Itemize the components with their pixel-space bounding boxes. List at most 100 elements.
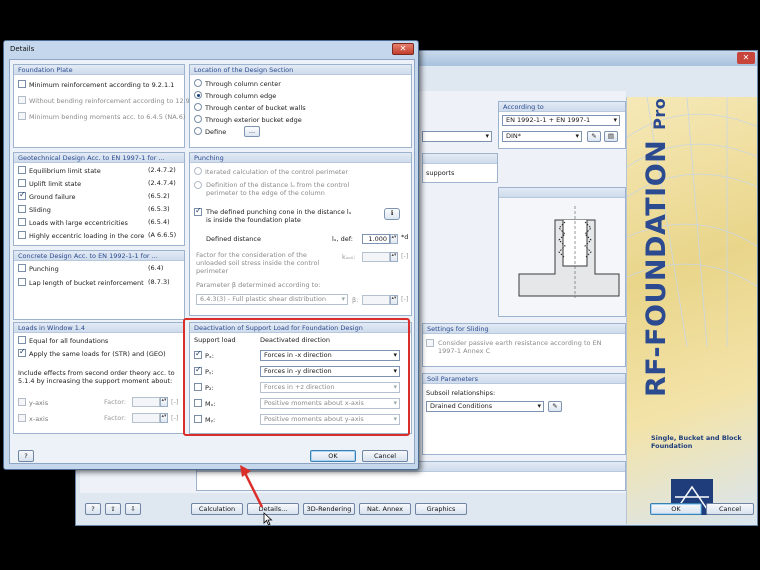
x-axis-factor-spinner[interactable]: ▴▾ — [160, 413, 168, 423]
soil-group: Soil Parameters — [422, 373, 626, 455]
foundation-graphic — [499, 198, 625, 316]
cancel-button[interactable]: Cancel — [362, 450, 408, 462]
y-axis-factor-label: Factor: — [104, 398, 126, 406]
ok-button[interactable]: OK — [310, 450, 356, 462]
brand-subtitle: Single, Bucket and Block Foundation — [651, 434, 742, 450]
uplift-ref: (2.4.7.4) — [148, 179, 176, 187]
radio-column-center[interactable]: Through column center — [194, 79, 281, 89]
without-bending-checkbox[interactable]: Without bending reinforcement according … — [18, 96, 196, 106]
factor-label: Factor for the consideration of the unlo… — [196, 251, 320, 275]
punching-checkbox[interactable]: Punching — [18, 264, 59, 274]
foundation-plate-title: Foundation Plate — [14, 65, 184, 75]
define-button[interactable]: ... — [244, 126, 260, 137]
loads-title: Loads in Window 1.4 — [14, 323, 184, 333]
soil-title: Soil Parameters — [423, 374, 625, 384]
defined-cone-label: The defined punching cone in the distanc… — [206, 208, 352, 224]
cursor-icon — [263, 512, 273, 526]
beta-unit: [-] — [401, 295, 409, 303]
passive-earth-label: Consider passive earth resistance accord… — [438, 339, 602, 355]
equilibrium-ref: (2.4.7.2) — [148, 166, 176, 174]
calculation-button[interactable]: Calculation — [191, 503, 243, 515]
main-help-icon[interactable]: ? — [85, 503, 101, 515]
beta-spinner[interactable]: ▴▾ — [390, 295, 398, 305]
x-axis-checkbox[interactable]: x-axis — [18, 414, 48, 424]
parameter-select[interactable]: 6.4.3(3) - Full plastic shear distributi… — [196, 294, 348, 305]
second-order-text: Include effects from second order theory… — [18, 369, 175, 385]
large-eccentricities-ref: (6.5.4) — [148, 218, 170, 226]
factor-unit: [-] — [401, 252, 409, 260]
main-cancel-button[interactable]: Cancel — [706, 503, 754, 515]
ground-failure-checkbox[interactable]: Ground failure — [18, 190, 76, 202]
concrete-title: Concrete Design Acc. to EN 1992-1-1 for … — [14, 251, 184, 261]
subsoil-select[interactable]: Drained Conditions — [426, 401, 544, 412]
main-combo[interactable] — [422, 131, 492, 142]
radio-exterior-bucket[interactable]: Through exterior bucket edge — [194, 115, 302, 125]
eccentric-core-ref: (A 6.6.5) — [148, 231, 177, 239]
defined-distance-label: Defined distance — [206, 235, 261, 243]
eccentric-core-checkbox[interactable]: Highly eccentric loading in the core — [18, 231, 144, 241]
same-loads-checkbox[interactable]: Apply the same loads for (STR) and (GEO) — [18, 347, 166, 359]
geotechnical-title: Geotechnical Design Acc. to EN 1997-1 fo… — [14, 153, 184, 163]
main-import-icon[interactable]: ⇩ — [125, 503, 141, 515]
x-axis-factor-input[interactable] — [132, 413, 160, 423]
beta-symbol: β: — [352, 296, 359, 304]
passive-earth-checkbox[interactable] — [426, 339, 437, 349]
nat-annex-button[interactable]: Nat. Annex — [359, 503, 411, 515]
passive-earth-box[interactable] — [426, 339, 434, 347]
radio-define[interactable]: Define — [194, 127, 226, 137]
equal-foundations-checkbox[interactable]: Equal for all foundations — [18, 336, 108, 346]
graphics-button[interactable]: Graphics — [415, 503, 467, 515]
y-axis-factor-input[interactable] — [132, 397, 160, 407]
info-icon[interactable]: ℹ — [384, 208, 400, 220]
help-icon[interactable]: ? — [18, 450, 34, 462]
brand-title: RF-FOUNDATION Pro — [641, 97, 672, 397]
brand-panel: RF-FOUNDATION Pro Single, Bucket and Blo… — [626, 97, 757, 524]
defined-distance-symbol: lᵤ, def: — [332, 235, 353, 243]
standard-select[interactable]: EN 1992-1-1 + EN 1997-1 — [502, 115, 620, 126]
factor-input[interactable] — [362, 252, 390, 262]
y-axis-checkbox[interactable]: y-axis — [18, 398, 48, 408]
iterated-radio[interactable]: Iterated calculation of the control peri… — [194, 167, 348, 177]
factor-spinner[interactable]: ▴▾ — [390, 252, 398, 262]
subsoil-label: Subsoil relationships: — [426, 389, 496, 397]
ground-failure-ref: (6.5.2) — [148, 192, 170, 200]
main-close-icon[interactable]: ✕ — [737, 52, 755, 64]
uplift-checkbox[interactable]: Uplift limit state — [18, 179, 81, 189]
factor-symbol: kₛₒᵢₗ: — [342, 253, 356, 261]
defined-distance-spinner[interactable]: ▴▾ — [390, 234, 398, 244]
y-axis-factor-spinner[interactable]: ▴▾ — [160, 397, 168, 407]
min-bending-moments-checkbox[interactable]: Minimum bending moments acc. to 6.4.5 (N… — [18, 112, 185, 122]
defined-distance-unit: *d — [401, 233, 409, 241]
soil-edit-icon[interactable]: ✎ — [548, 401, 562, 412]
radio-bucket-walls[interactable]: Through center of bucket walls — [194, 103, 306, 113]
x-axis-unit: [-] — [171, 414, 179, 422]
punching-ref: (6.4) — [148, 264, 164, 272]
defined-distance-input[interactable]: 1.000 — [362, 234, 390, 244]
close-icon[interactable]: ✕ — [392, 43, 414, 55]
beta-input[interactable] — [362, 295, 390, 305]
lap-length-checkbox[interactable]: Lap length of bucket reinforcement — [18, 278, 144, 288]
pointer-arrow-icon — [240, 465, 264, 508]
highlight-box — [183, 318, 410, 436]
foundation-plate-group: Foundation Plate — [13, 64, 185, 148]
defined-cone-checkbox[interactable] — [194, 206, 205, 218]
annex-select[interactable]: DIN* — [502, 131, 582, 142]
annex-edit-icon[interactable]: ✎ — [587, 131, 601, 142]
supports-group — [422, 153, 498, 183]
design-section-title: Location of the Design Section — [190, 65, 411, 75]
large-eccentricities-checkbox[interactable]: Loads with large eccentricities — [18, 218, 128, 228]
x-axis-factor-label: Factor: — [104, 414, 126, 422]
definition-radio[interactable] — [194, 181, 205, 191]
annex-table-icon[interactable]: ▤ — [604, 131, 618, 142]
equilibrium-checkbox[interactable]: Equilibrium limit state — [18, 166, 101, 176]
lap-length-ref: (8.7.3) — [148, 278, 170, 286]
radio-column-edge[interactable]: Through column edge — [194, 91, 276, 101]
sliding-title: Settings for Sliding — [423, 324, 625, 334]
sliding-checkbox[interactable]: Sliding — [18, 205, 51, 215]
main-export-icon[interactable]: ⇪ — [105, 503, 121, 515]
parameter-label: Parameter β determined according to: — [196, 281, 321, 289]
supports-text: supports — [426, 169, 455, 177]
min-reinforcement-checkbox[interactable]: Minimum reinforcement according to 9.2.1… — [18, 80, 174, 90]
rendering-button[interactable]: 3D-Rendering — [303, 503, 355, 515]
main-ok-button[interactable]: OK — [650, 503, 702, 515]
